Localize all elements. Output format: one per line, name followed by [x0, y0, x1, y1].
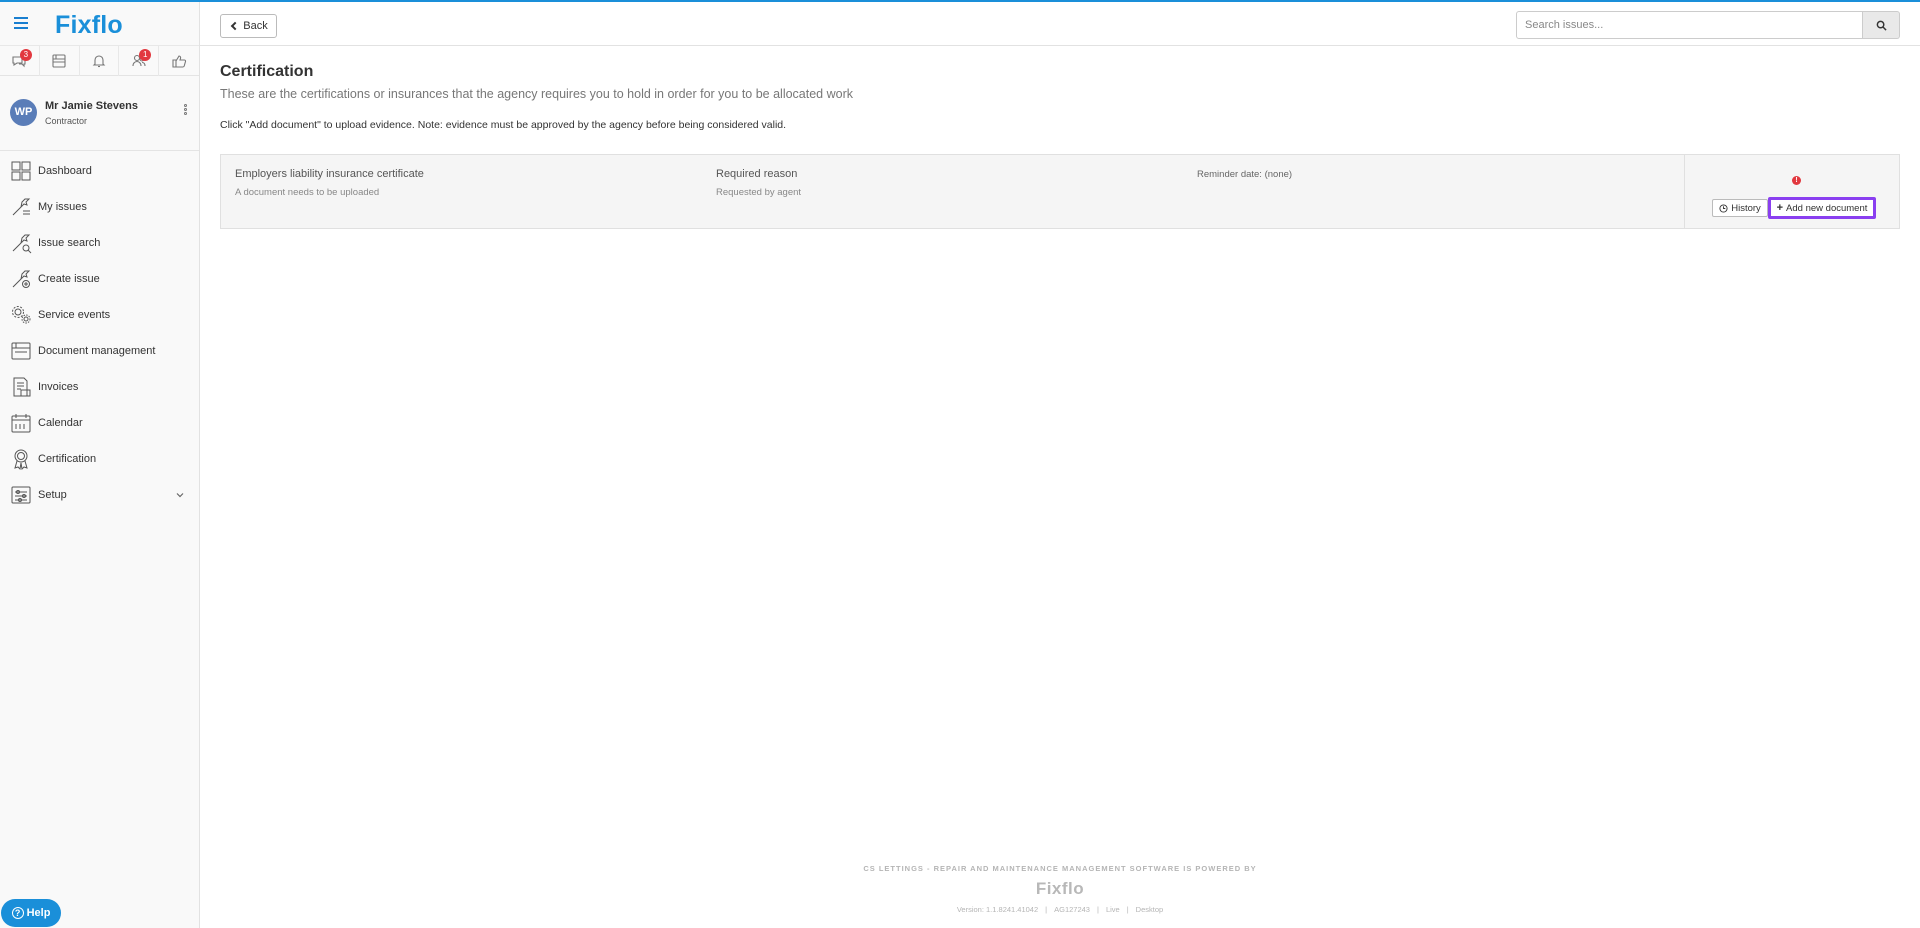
- sidebar-item-invoices[interactable]: Invoices: [0, 369, 199, 405]
- footer-env: Live: [1105, 905, 1120, 914]
- profile-name: Mr Jamie Stevens: [45, 100, 138, 112]
- back-button[interactable]: Back: [220, 14, 277, 38]
- people-icon[interactable]: 1: [119, 46, 160, 76]
- cert-reason-value: Requested by agent: [716, 187, 802, 198]
- sidebar-item-label: Issue search: [38, 237, 101, 249]
- chat-badge: 3: [19, 49, 32, 61]
- setup-icon: [10, 484, 32, 506]
- top-header: Back: [200, 2, 1920, 46]
- search-button[interactable]: [1863, 11, 1900, 39]
- plus-icon: +: [1776, 202, 1784, 214]
- sidebar-item-label: Service events: [38, 309, 111, 321]
- footer-mode: Desktop: [1135, 905, 1164, 914]
- page-title: Certification: [220, 63, 314, 80]
- page-subtitle: These are the certifications or insuranc…: [220, 87, 853, 101]
- avatar[interactable]: WP: [10, 99, 37, 126]
- sidebar-nav: Dashboard My issues Issue search Create …: [0, 151, 199, 513]
- sidebar-item-label: My issues: [38, 201, 87, 213]
- cert-reason-column: Required reason Requested by agent: [716, 168, 801, 198]
- quick-icon-bar: 3 1: [0, 46, 199, 76]
- certification-row: Employers liability insurance certificat…: [220, 154, 1900, 229]
- chevron-down-icon[interactable]: [175, 490, 185, 500]
- sidebar-item-label: Invoices: [38, 381, 79, 393]
- search-icon: [1876, 20, 1887, 31]
- footer-meta: Version: 1.1.8241.41042 | AG127243 | Live | De…: [200, 905, 1920, 914]
- history-icon: [1719, 203, 1728, 213]
- footer-version: Version: 1.1.8241.41042: [956, 905, 1039, 914]
- cert-name: Employers liability insurance certificat…: [235, 168, 424, 180]
- fixflo-logo[interactable]: Fixflo: [55, 11, 123, 40]
- sidebar-item-label: Calendar: [38, 417, 83, 429]
- add-new-document-button[interactable]: + Add new document: [1768, 197, 1876, 219]
- footer-logo: Fixflo: [1035, 879, 1085, 898]
- add-new-document-label: Add new document: [1786, 202, 1868, 214]
- footer-separator: |: [1045, 905, 1048, 914]
- profile-menu-icon[interactable]: [182, 104, 188, 120]
- service-events-icon: [10, 304, 32, 326]
- cert-name-column: Employers liability insurance certificat…: [235, 168, 424, 198]
- user-profile[interactable]: WP Mr Jamie Stevens Contractor: [0, 76, 199, 151]
- create-issue-icon: [10, 268, 32, 290]
- sidebar-item-label: Create issue: [38, 273, 100, 285]
- my-issues-icon: [10, 196, 32, 218]
- sidebar-item-label: Dashboard: [38, 165, 92, 177]
- sidebar-item-label: Certification: [38, 453, 97, 465]
- history-button[interactable]: History: [1712, 199, 1768, 217]
- document-icon: [10, 340, 32, 362]
- people-badge: 1: [139, 49, 152, 61]
- issue-search-icon: [10, 232, 32, 254]
- chat-icon[interactable]: 3: [0, 46, 40, 76]
- dashboard-icon: [10, 160, 32, 182]
- sidebar-item-certification[interactable]: Certification: [0, 441, 199, 477]
- footer-separator: |: [1126, 905, 1129, 914]
- cert-reminder-column: Reminder date: (none): [1197, 168, 1292, 180]
- sidebar-item-label: Document management: [38, 345, 156, 357]
- back-label: Back: [243, 20, 268, 32]
- help-label: Help: [26, 907, 51, 919]
- thumbs-up-icon[interactable]: [159, 46, 199, 76]
- footer-tagline: CS LETTINGS - REPAIR AND MAINTENANCE MAN…: [863, 864, 1257, 873]
- warning-icon: !: [1792, 176, 1801, 185]
- chevron-left-icon: [231, 21, 240, 31]
- brand-bar: Fixflo: [0, 2, 199, 46]
- sidebar-item-issue-search[interactable]: Issue search: [0, 225, 199, 261]
- footer-separator: |: [1096, 905, 1099, 914]
- calendar-icon: [10, 412, 32, 434]
- help-icon: ?: [11, 907, 24, 919]
- profile-role: Contractor: [45, 116, 88, 126]
- help-button[interactable]: ? Help: [1, 899, 61, 927]
- cert-reminder: Reminder date: (none): [1197, 169, 1293, 180]
- sidebar-item-dashboard[interactable]: Dashboard: [0, 153, 199, 189]
- search-input[interactable]: [1516, 11, 1863, 39]
- footer: CS LETTINGS - REPAIR AND MAINTENANCE MAN…: [200, 864, 1920, 914]
- certification-icon: [10, 448, 32, 470]
- inbox-icon[interactable]: [40, 46, 80, 76]
- cert-actions: ! History + Add new document: [1684, 155, 1900, 228]
- cert-status: A document needs to be uploaded: [235, 187, 380, 198]
- page-note: Click "Add document" to upload evidence.…: [220, 119, 787, 131]
- sidebar-item-calendar[interactable]: Calendar: [0, 405, 199, 441]
- sidebar-item-create-issue[interactable]: Create issue: [0, 261, 199, 297]
- footer-account: AG127243: [1054, 905, 1090, 914]
- sidebar-item-label: Setup: [38, 489, 67, 501]
- hamburger-menu-icon[interactable]: [14, 17, 28, 29]
- cert-reason-title: Required reason: [716, 168, 798, 180]
- sidebar-item-document-management[interactable]: Document management: [0, 333, 199, 369]
- bell-icon[interactable]: [80, 46, 120, 76]
- sidebar-item-service-events[interactable]: Service events: [0, 297, 199, 333]
- sidebar: Fixflo 3 1 WP Mr Jamie Stevens Contracto…: [0, 2, 200, 928]
- invoice-icon: [10, 376, 32, 398]
- sidebar-item-setup[interactable]: Setup: [0, 477, 199, 513]
- sidebar-item-my-issues[interactable]: My issues: [0, 189, 199, 225]
- history-label: History: [1731, 202, 1761, 214]
